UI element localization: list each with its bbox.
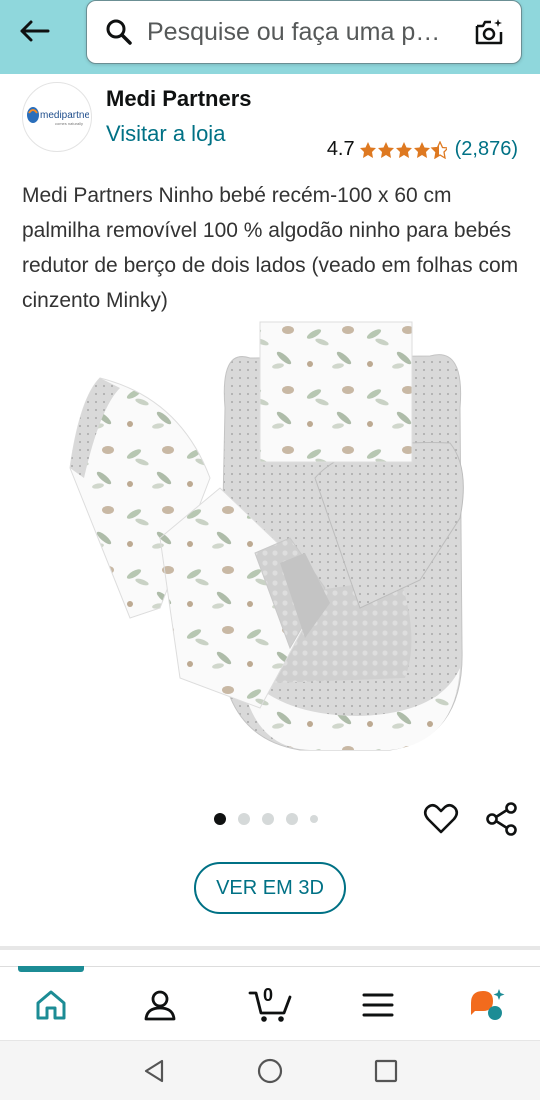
account-icon bbox=[144, 990, 176, 1021]
search-input-placeholder[interactable]: Pesquise ou faça uma pesquisa bbox=[147, 18, 447, 47]
menu-icon bbox=[362, 993, 394, 1017]
search-icon bbox=[105, 18, 133, 46]
search-field[interactable]: Pesquise ou faça uma pesquisa bbox=[86, 0, 522, 64]
home-icon bbox=[36, 990, 66, 1020]
nav-cart[interactable]: 0 bbox=[246, 983, 296, 1027]
camera-icon[interactable] bbox=[473, 17, 505, 47]
system-navigation-bar bbox=[0, 1040, 540, 1100]
bottom-navigation: 0 bbox=[0, 966, 540, 1040]
system-recents-button[interactable] bbox=[372, 1057, 400, 1085]
product-title: Medi Partners Ninho bebé recém-100 x 60 … bbox=[22, 184, 519, 312]
gallery-dot[interactable] bbox=[286, 813, 298, 825]
nav-home[interactable] bbox=[29, 983, 73, 1027]
svg-text:medipartners: medipartners bbox=[40, 110, 89, 121]
gallery-dot[interactable] bbox=[262, 813, 274, 825]
share-button[interactable] bbox=[484, 801, 520, 837]
active-tab-indicator bbox=[18, 966, 84, 972]
rating-count[interactable]: (2,876) bbox=[455, 138, 518, 161]
svg-text:comes naturally: comes naturally bbox=[55, 121, 83, 126]
nav-menu[interactable] bbox=[356, 983, 400, 1027]
square-recents-icon bbox=[374, 1059, 398, 1083]
medipartners-logo-icon: medipartners comes naturally bbox=[27, 107, 89, 126]
back-arrow-icon bbox=[20, 20, 50, 42]
store-name: Medi Partners bbox=[106, 86, 252, 111]
gallery-dot[interactable] bbox=[214, 813, 226, 825]
star-rating-icon bbox=[359, 140, 447, 159]
heart-icon bbox=[423, 803, 459, 834]
section-divider bbox=[0, 946, 540, 950]
rufus-assistant-icon bbox=[471, 989, 505, 1020]
nav-rufus[interactable] bbox=[465, 983, 509, 1027]
view-in-3d-button[interactable]: VER EM 3D bbox=[194, 862, 346, 914]
rating-summary[interactable]: 4.7 (2,876) bbox=[327, 138, 518, 161]
gallery-dot[interactable] bbox=[310, 815, 318, 823]
back-button[interactable] bbox=[14, 14, 54, 48]
product-image[interactable] bbox=[60, 318, 480, 758]
wishlist-button[interactable] bbox=[423, 801, 459, 837]
share-icon bbox=[486, 802, 517, 836]
system-back-button[interactable] bbox=[140, 1057, 168, 1085]
top-search-bar: Pesquise ou faça uma pesquisa bbox=[0, 0, 540, 74]
triangle-back-icon bbox=[144, 1059, 164, 1083]
system-home-button[interactable] bbox=[256, 1057, 284, 1085]
store-logo[interactable]: medipartners comes naturally bbox=[22, 82, 92, 152]
gallery-pagination bbox=[214, 813, 318, 825]
nav-account[interactable] bbox=[138, 983, 182, 1027]
rating-stars bbox=[359, 140, 447, 159]
rating-value: 4.7 bbox=[326, 138, 355, 160]
gallery-dot[interactable] bbox=[238, 813, 250, 825]
cart-count: 0 bbox=[263, 985, 274, 1005]
circle-home-icon bbox=[257, 1058, 283, 1084]
visit-store-link[interactable]: Visitar a loja bbox=[106, 121, 225, 147]
